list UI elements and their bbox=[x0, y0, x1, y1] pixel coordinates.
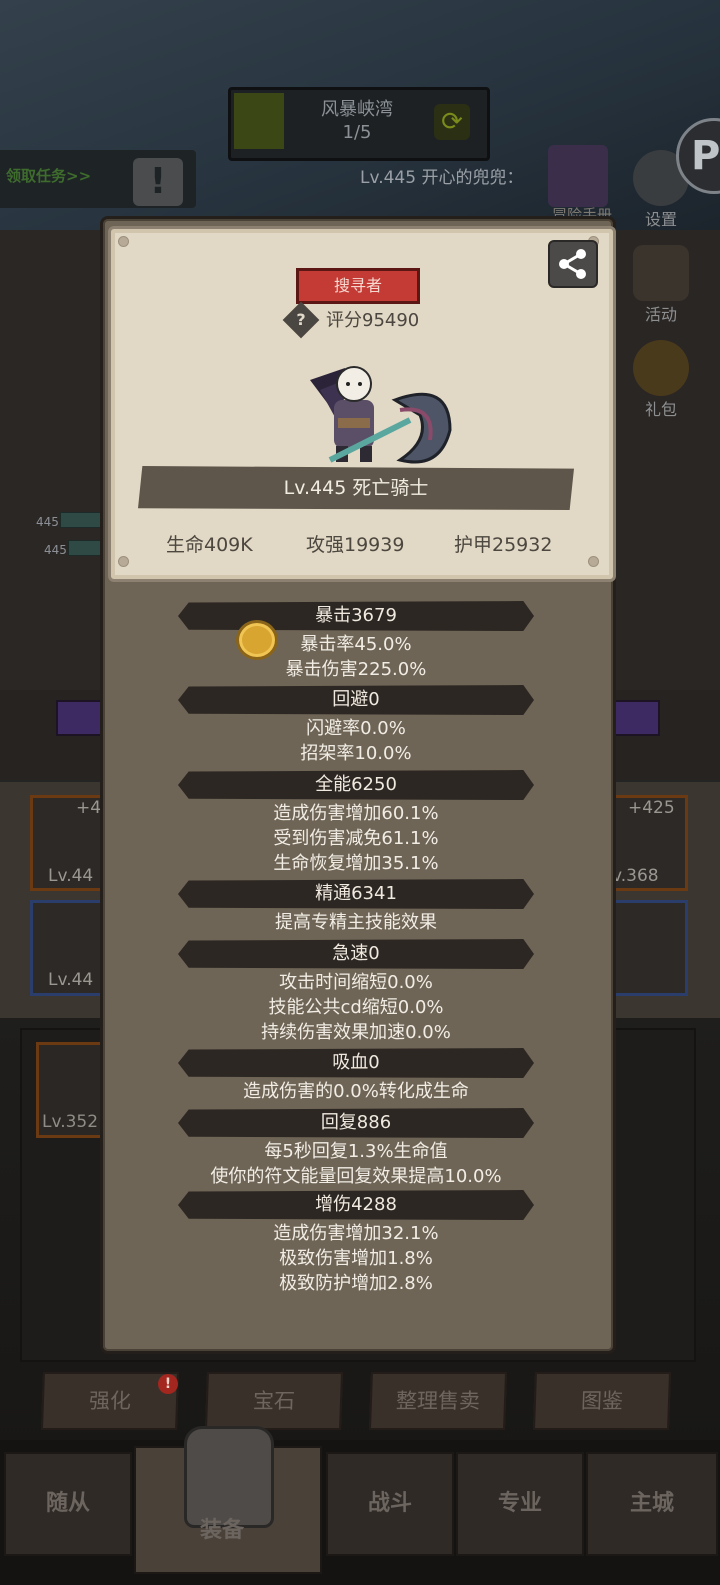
player-info: Lv.445 开心的兜兜： bbox=[360, 168, 524, 188]
nail-decoration bbox=[118, 556, 129, 567]
stage-progress: 1/5 bbox=[342, 122, 372, 143]
adventure-book-icon[interactable] bbox=[548, 145, 608, 207]
stat-line: 暴击伤害225.0% bbox=[285, 659, 427, 680]
stat-line: 生命恢复增加35.1% bbox=[273, 853, 439, 874]
section-header-regen: 回复886 bbox=[178, 1108, 534, 1138]
tab-city[interactable]: 主城 bbox=[586, 1452, 718, 1556]
score-text: 评分95490 bbox=[326, 310, 420, 331]
section-header-haste: 急速0 bbox=[178, 939, 534, 969]
nail-decoration bbox=[118, 236, 129, 247]
stage-flag-icon bbox=[234, 93, 284, 149]
stat-hp: 生命409K bbox=[166, 534, 253, 556]
stat-line: 造成伤害的0.0%转化成生命 bbox=[243, 1081, 469, 1102]
claim-task-link[interactable]: 领取任务>> bbox=[6, 165, 91, 186]
helmet-gift-icon bbox=[633, 340, 689, 396]
help-icon-glyph: ? bbox=[296, 310, 306, 329]
section-header-crit: 暴击3679 bbox=[178, 601, 534, 631]
slot-plus: +4 bbox=[76, 798, 102, 818]
share-button[interactable] bbox=[548, 240, 598, 288]
section-header-leech: 吸血0 bbox=[178, 1048, 534, 1078]
scroll-icon bbox=[633, 245, 689, 301]
stat-line: 使你的符文能量回复效果提高10.0% bbox=[210, 1166, 502, 1187]
purple-bar-right bbox=[612, 700, 660, 736]
sort-sell-button[interactable]: 整理售卖 bbox=[368, 1372, 508, 1430]
stat-line: 造成伤害增加32.1% bbox=[273, 1223, 439, 1244]
party-level: 445 bbox=[44, 543, 67, 557]
stat-line: 造成伤害增加60.1% bbox=[273, 803, 439, 824]
stat-armor: 护甲25932 bbox=[454, 534, 553, 556]
section-header-damage-bonus: 增伤4288 bbox=[178, 1190, 534, 1220]
share-icon bbox=[559, 249, 586, 279]
activity-label: 活动 bbox=[644, 305, 677, 324]
stat-line: 闪避率0.0% bbox=[306, 718, 406, 739]
equipment-slot[interactable] bbox=[612, 900, 688, 996]
stat-line: 攻击时间缩短0.0% bbox=[279, 972, 433, 993]
exclamation-icon[interactable]: ! bbox=[133, 158, 183, 206]
gift-button[interactable]: 礼包 bbox=[626, 340, 696, 420]
refresh-icon[interactable]: ⟳ bbox=[434, 104, 470, 140]
inventory-item-level: Lv.352 bbox=[42, 1112, 99, 1132]
stage-name: 风暴峡湾 bbox=[321, 99, 393, 120]
party-level: 445 bbox=[36, 515, 59, 529]
stat-line: 暴击率45.0% bbox=[300, 634, 412, 655]
slot-level: Lv.44 bbox=[48, 866, 94, 886]
slot-plus: +425 bbox=[628, 798, 675, 818]
stat-line: 受到伤害减免61.1% bbox=[273, 828, 439, 849]
alert-badge: ! bbox=[158, 1374, 178, 1394]
stat-line: 提高专精主技能效果 bbox=[275, 912, 437, 933]
stat-line: 技能公共cd缩短0.0% bbox=[268, 997, 444, 1018]
slot-level: Lv.44 bbox=[48, 970, 94, 990]
section-header-versatility: 全能6250 bbox=[178, 770, 534, 800]
stat-line: 持续伤害效果加速0.0% bbox=[261, 1022, 451, 1043]
tab-battle[interactable]: 战斗 bbox=[326, 1452, 454, 1556]
building-left bbox=[0, 230, 110, 700]
class-badge: 搜寻者 bbox=[296, 268, 420, 304]
tab-companions[interactable]: 随从 bbox=[4, 1452, 132, 1556]
stat-line: 招架率10.0% bbox=[300, 743, 412, 764]
purple-bar-left bbox=[56, 700, 106, 736]
settings-label: 设置 bbox=[644, 210, 677, 229]
section-header-mastery: 精通6341 bbox=[178, 879, 534, 909]
stat-line: 每5秒回复1.3%生命值 bbox=[264, 1141, 448, 1162]
stat-line: 极致伤害增加1.8% bbox=[279, 1248, 433, 1269]
codex-button[interactable]: 图鉴 bbox=[532, 1372, 672, 1430]
nail-decoration bbox=[588, 556, 599, 567]
death-knight-character-icon bbox=[310, 366, 452, 464]
stat-attack: 攻强19939 bbox=[306, 534, 405, 556]
section-header-dodge: 回避0 bbox=[178, 685, 534, 715]
tab-profession[interactable]: 专业 bbox=[456, 1452, 584, 1556]
gift-label: 礼包 bbox=[644, 400, 677, 419]
gem-button[interactable]: 宝石 bbox=[204, 1372, 344, 1430]
slot-level: v.368 bbox=[612, 866, 659, 886]
activity-button[interactable]: 活动 bbox=[626, 245, 696, 325]
level-banner: Lv.445 死亡骑士 bbox=[138, 466, 574, 510]
stat-line: 极致防护增加2.8% bbox=[279, 1273, 433, 1294]
tab-equip-label: 装备 bbox=[200, 1518, 245, 1543]
